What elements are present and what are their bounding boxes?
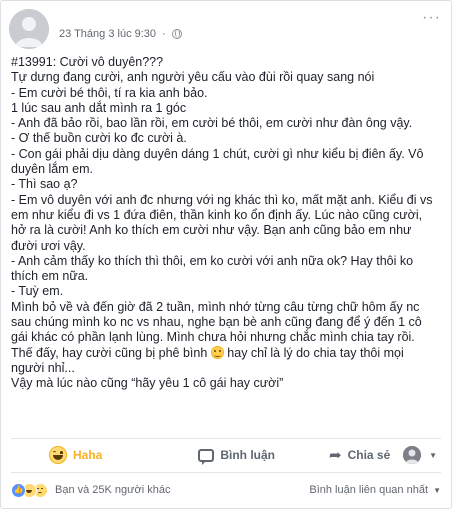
post-line-part: hay chỉ là lý do chia tay thôi mọi — [223, 345, 404, 360]
divider — [11, 438, 441, 439]
share-icon: ➦ — [329, 446, 342, 464]
post-line: sau chúng mình ko nc vs nhau, nghe bạn b… — [11, 315, 422, 330]
post-line: - Anh cảm thấy ko thích thì thôi, em ko … — [11, 253, 414, 268]
author-name-row — [59, 10, 339, 24]
post-line: thích em nữa. — [11, 269, 89, 284]
post-line: - Anh đã bảo rồi, bao lần rồi, em cười b… — [11, 116, 413, 131]
like-icon: 👍 — [11, 482, 26, 498]
post-line: - Ơ thế buồn cười ko đc cười à. — [11, 131, 187, 146]
chevron-down-icon: ▼ — [433, 486, 441, 495]
user-avatar — [403, 446, 422, 464]
post-line-part: Thế đấy, hay cười cũng bị phê bình — [11, 345, 208, 360]
share-label: Chia sẻ — [347, 448, 391, 462]
post-line: đười ươi vậy. — [11, 238, 86, 253]
comment-icon — [198, 448, 215, 465]
action-bar: Haha Bình luận ➦ Chia sẻ ▼ — [11, 441, 441, 469]
post-card: 23 Tháng 3 lúc 9:30 · ··· #13991: Cười v… — [0, 0, 452, 509]
post-line: người nhỉ... — [11, 360, 75, 375]
author-avatar[interactable] — [9, 9, 49, 49]
post-line: - Con gái phải dịu dàng duyên dáng 1 chú… — [11, 146, 424, 161]
post-line: - Tuỳ em. — [11, 284, 64, 299]
post-line: hở ra là cười! Anh ko thích em cười như … — [11, 223, 412, 238]
comment-button[interactable]: Bình luận — [198, 448, 276, 465]
react-label: Haha — [73, 448, 103, 462]
comment-sort-dropdown[interactable]: Bình luận liên quan nhất ▼ — [309, 484, 441, 496]
haha-icon — [49, 446, 67, 464]
reaction-summary: 👍 Bạn và 25K người khác Bình luận liên q… — [11, 479, 441, 501]
post-line: Vậy mà lúc nào cũng “hãy yêu 1 cô gái ha… — [11, 376, 284, 391]
post-body: #13991: Cười vô duyên??? Tự dưng đang cư… — [11, 55, 445, 392]
post-meta: 23 Tháng 3 lúc 9:30 · — [59, 28, 182, 40]
post-line: duyên lắm em. — [11, 162, 93, 177]
post-line: - Em cười bé thôi, tí ra kia anh bảo. — [11, 85, 208, 100]
comment-sort-label: Bình luận liên quan nhất — [309, 484, 429, 496]
post-as-selector[interactable]: ▼ — [403, 446, 437, 464]
divider — [11, 472, 441, 473]
meta-separator: · — [162, 28, 166, 40]
reactors-link[interactable]: Bạn và 25K người khác — [55, 484, 170, 496]
post-line: 1 lúc sau anh dắt mình ra 1 góc — [11, 100, 187, 115]
post-line-with-emoji: Thế đấy, hay cười cũng bị phê bình hay c… — [11, 345, 445, 361]
more-options-button[interactable]: ··· — [422, 9, 441, 27]
reaction-icons[interactable]: 👍 — [11, 482, 48, 498]
globe-icon[interactable] — [171, 29, 182, 39]
haha-react-button[interactable]: Haha — [49, 446, 102, 464]
post-line: Tự dưng đang cười, anh người yêu cấu vào… — [11, 70, 375, 85]
comment-label: Bình luận — [220, 448, 276, 462]
post-line: em như kiểu đi vs 1 đứa điên, thần kinh … — [11, 207, 423, 222]
post-line: - Thì sao ạ? — [11, 177, 78, 192]
post-line: Mình bỏ về và đến giờ đã 2 tuần, mình nh… — [11, 299, 420, 314]
post-line: gái khác có phần lạnh lùng. Mình chưa hỏ… — [11, 330, 415, 345]
post-timestamp[interactable]: 23 Tháng 3 lúc 9:30 — [59, 28, 156, 40]
post-line: #13991: Cười vô duyên??? — [11, 55, 164, 69]
post-line: - Em vô duyên với anh đc nhưng với ng kh… — [11, 192, 433, 207]
grinning-emoji-icon — [210, 345, 224, 359]
chevron-down-icon: ▼ — [429, 450, 437, 460]
share-button[interactable]: ➦ Chia sẻ — [329, 448, 390, 463]
